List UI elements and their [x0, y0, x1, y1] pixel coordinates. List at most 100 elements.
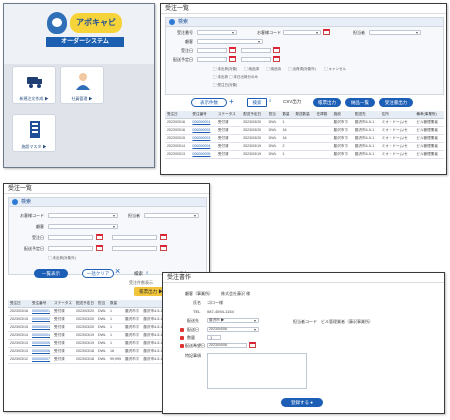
column-header[interactable]: 担当: [266, 111, 281, 119]
table-cell[interactable]: 000000005: [190, 150, 216, 159]
table-cell: 藤沢市ホ: [331, 126, 353, 135]
delivery-date-to[interactable]: [241, 57, 271, 62]
customer-code-select[interactable]: [48, 213, 118, 218]
calendar-icon[interactable]: [323, 29, 330, 35]
table-cell[interactable]: 000000001: [190, 118, 216, 127]
truck-icon: [27, 77, 42, 88]
table-cell: DWL: [95, 355, 108, 364]
column-header[interactable]: ステータス: [215, 111, 242, 119]
customer-select[interactable]: [197, 39, 263, 44]
table-cell: ビル管理業者: [414, 134, 444, 143]
option-check-tail[interactable]: ▢ 受注日(対象): [213, 83, 237, 88]
close-icon[interactable]: ×: [115, 266, 120, 276]
column-header[interactable]: 住所: [379, 111, 415, 119]
status-check-4[interactable]: ▢ 出荷済(対象外): [288, 67, 316, 72]
table-cell[interactable]: 000000004: [190, 142, 216, 151]
option-checks[interactable]: ▢ 未出荷 ▢ 本日出荷分のみ: [213, 75, 258, 80]
table-cell: [314, 142, 332, 151]
staff-select[interactable]: [144, 213, 199, 218]
staff-select[interactable]: [369, 30, 421, 35]
calendar-icon[interactable]: [273, 56, 280, 62]
table-cell: DWL: [95, 323, 108, 332]
table-cell[interactable]: 000000005: [30, 339, 52, 348]
delivery-date-to[interactable]: [112, 246, 157, 251]
table-row[interactable]: 2023/03/15 000000003 受付済 2023/03/20 DWL 16 藤沢市…: [165, 134, 444, 143]
menu-tile-label: 社員管理 ▶: [71, 96, 93, 101]
column-header[interactable]: 受注日: [165, 111, 191, 119]
menu-tile-staff[interactable]: 社員管理 ▶: [60, 66, 104, 104]
report-button[interactable]: 帳票出力: [313, 98, 341, 107]
add-icon[interactable]: +: [229, 97, 234, 106]
table-cell[interactable]: 000000002: [190, 126, 216, 135]
delivery-date-from[interactable]: [48, 246, 93, 251]
notes-textarea[interactable]: [207, 353, 307, 389]
order-date-to[interactable]: [112, 235, 157, 240]
search-panel-header[interactable]: 検索: [9, 198, 206, 207]
order-date-from[interactable]: [48, 235, 93, 240]
delivery-date-from[interactable]: [197, 57, 227, 62]
calendar-icon[interactable]: [96, 245, 103, 251]
status-check-1[interactable]: ▢ 未出荷(対象): [213, 67, 237, 72]
column-header[interactable]: 配送予定日: [241, 111, 267, 119]
table-cell: [314, 150, 332, 159]
search-icon[interactable]: ⌕: [269, 98, 272, 103]
calendar-icon[interactable]: [229, 56, 236, 62]
menu-tile-new-order[interactable]: 新規注文作成 ▶: [12, 66, 56, 104]
order-date-to[interactable]: [241, 48, 271, 53]
table-cell[interactable]: 000000007: [30, 355, 52, 364]
calendar-icon[interactable]: [229, 47, 236, 53]
column-header[interactable]: 備考(事業所): [414, 111, 444, 119]
status-check-3[interactable]: ▢ 納品待: [266, 67, 281, 72]
status-check-5[interactable]: ▢ キャンセル: [324, 67, 346, 72]
table-row[interactable]: 2023/03/16 000000002 受付済 2023/03/20 DWL 16 藤沢市…: [165, 126, 444, 135]
order-no-select[interactable]: [197, 30, 237, 35]
calendar-icon[interactable]: [249, 342, 256, 348]
column-header[interactable]: 在庫数: [314, 111, 332, 119]
table-row[interactable]: 2023/03/14 000000004 受付済 2023/03/19 DWL 2 藤沢市ホ…: [165, 142, 444, 151]
column-header[interactable]: 発送数量: [293, 111, 315, 119]
count-button[interactable]: 表示件数: [191, 98, 227, 107]
table-cell[interactable]: 000000004: [30, 331, 52, 340]
column-header[interactable]: 配送予定日: [73, 300, 96, 308]
table-cell[interactable]: 000000006: [30, 347, 52, 356]
column-header[interactable]: [122, 300, 142, 308]
table-cell: 2023/03/14: [8, 331, 30, 340]
table-cell[interactable]: 000000002: [30, 315, 52, 324]
order-date-from[interactable]: [197, 48, 227, 53]
table-cell[interactable]: 000000001: [30, 307, 52, 316]
table-row[interactable]: 2023/03/13 000000005 受付済 2023/03/19 DWL 1 藤沢市ホ…: [165, 150, 444, 159]
search-icon[interactable]: ⌕: [146, 270, 149, 275]
delivery-list-button[interactable]: 納品一覧: [345, 98, 375, 107]
calendar-icon[interactable]: [273, 47, 280, 53]
list-view-button[interactable]: 一覧表示: [34, 269, 68, 278]
column-header[interactable]: 施設: [331, 111, 353, 119]
csv-export-link[interactable]: CSV出力: [283, 99, 301, 105]
column-header[interactable]: 受注番号: [190, 111, 216, 119]
clear-button[interactable]: 一括クリア: [82, 269, 114, 278]
column-header[interactable]: 配送先: [352, 111, 380, 119]
status-check[interactable]: ▢ 未出荷(対象外): [48, 256, 76, 261]
search-button[interactable]: 検索: [247, 98, 267, 107]
order-sheet-button[interactable]: 受注書出力: [379, 98, 413, 107]
table-cell: 受付済: [215, 134, 242, 143]
column-header[interactable]: 受注番号: [30, 300, 52, 308]
column-header[interactable]: 受注日: [8, 300, 30, 308]
table-row[interactable]: 2023/03/16 000000001 受付済 2023/03/20 DWL 1 藤沢市ホ…: [165, 118, 444, 127]
table-cell[interactable]: 000000003: [190, 134, 216, 143]
status-check-2[interactable]: ▢ 納品済: [244, 67, 259, 72]
calendar-icon[interactable]: [160, 245, 167, 251]
calendar-icon[interactable]: [96, 234, 103, 240]
search-panel-header[interactable]: 検索: [166, 18, 443, 27]
customer-code-select[interactable]: [283, 30, 321, 35]
table-cell: 受付済: [215, 142, 242, 151]
customer-select[interactable]: [48, 224, 118, 229]
submit-button[interactable]: 登録する ●: [281, 398, 323, 407]
calendar-icon[interactable]: [160, 234, 167, 240]
table-cell: DWL: [95, 315, 108, 324]
column-header[interactable]: ステータス: [52, 300, 74, 308]
table-cell[interactable]: 000000003: [30, 323, 52, 332]
column-header[interactable]: 担当: [95, 300, 108, 308]
column-header[interactable]: 数量: [107, 300, 123, 308]
column-header[interactable]: 数量: [280, 111, 294, 119]
menu-tile-facility[interactable]: 施設マスタ ▶: [12, 114, 56, 152]
